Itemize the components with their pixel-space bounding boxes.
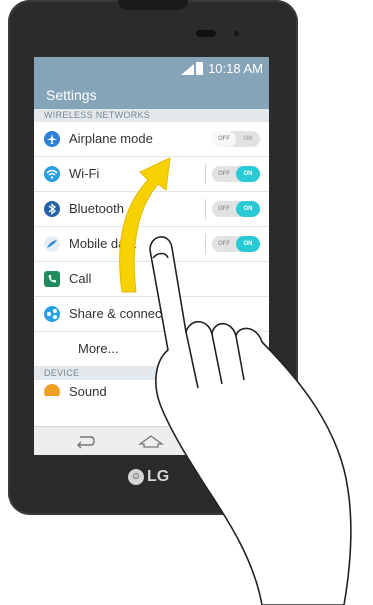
gesture-overlay bbox=[119, 157, 352, 605]
pointing-hand-icon bbox=[149, 236, 352, 605]
